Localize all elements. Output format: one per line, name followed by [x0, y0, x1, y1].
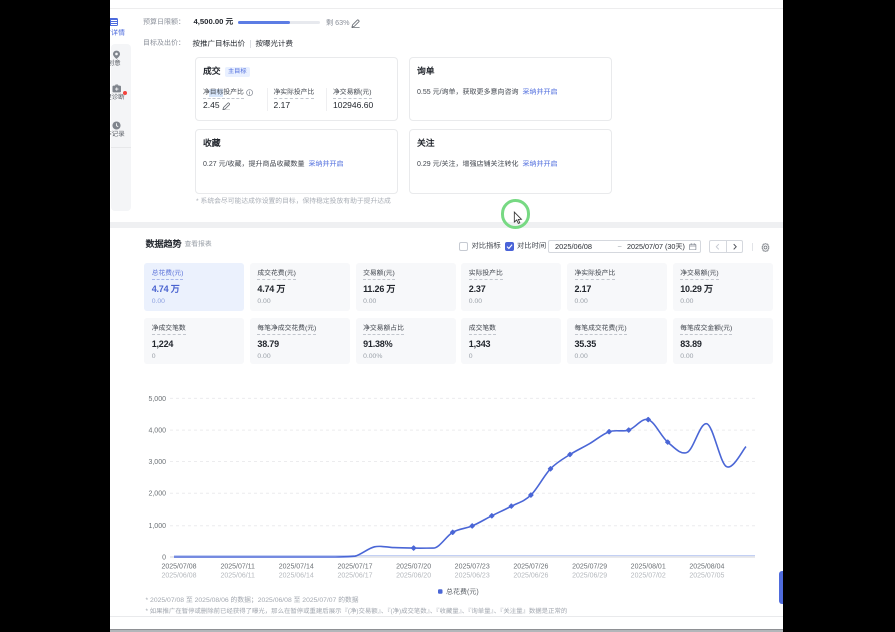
svg-text:2025/06/20: 2025/06/20: [396, 573, 431, 580]
svg-text:总花费(元): 总花费(元): [446, 588, 479, 596]
svg-text:4,000: 4,000: [148, 428, 166, 435]
svg-text:2025/07/14: 2025/07/14: [279, 563, 314, 570]
svg-text:3,000: 3,000: [148, 459, 166, 466]
svg-text:5,000: 5,000: [148, 396, 166, 403]
svg-text:2025/06/17: 2025/06/17: [337, 573, 372, 580]
svg-text:2025/07/02: 2025/07/02: [631, 573, 666, 580]
svg-text:2025/08/01: 2025/08/01: [631, 563, 666, 570]
svg-text:2025/07/05: 2025/07/05: [689, 573, 724, 580]
svg-text:2025/06/23: 2025/06/23: [455, 573, 490, 580]
svg-text:2025/08/04: 2025/08/04: [689, 563, 724, 570]
svg-text:2025/06/11: 2025/06/11: [220, 573, 255, 580]
svg-text:2025/07/26: 2025/07/26: [513, 563, 548, 570]
svg-text:2025/07/11: 2025/07/11: [220, 563, 255, 570]
svg-text:2025/07/17: 2025/07/17: [337, 563, 372, 570]
svg-text:2,000: 2,000: [148, 491, 166, 498]
svg-text:2025/07/29: 2025/07/29: [572, 563, 607, 570]
svg-text:2025/06/26: 2025/06/26: [513, 573, 548, 580]
svg-text:2025/07/20: 2025/07/20: [396, 563, 431, 570]
svg-text:2025/06/14: 2025/06/14: [279, 573, 314, 580]
svg-text:0: 0: [162, 554, 166, 561]
svg-text:2025/06/29: 2025/06/29: [572, 573, 607, 580]
svg-text:2025/07/08: 2025/07/08: [161, 563, 196, 570]
svg-text:2025/07/23: 2025/07/23: [455, 563, 490, 570]
svg-text:1,000: 1,000: [148, 523, 166, 530]
svg-text:2025/06/08: 2025/06/08: [161, 573, 196, 580]
